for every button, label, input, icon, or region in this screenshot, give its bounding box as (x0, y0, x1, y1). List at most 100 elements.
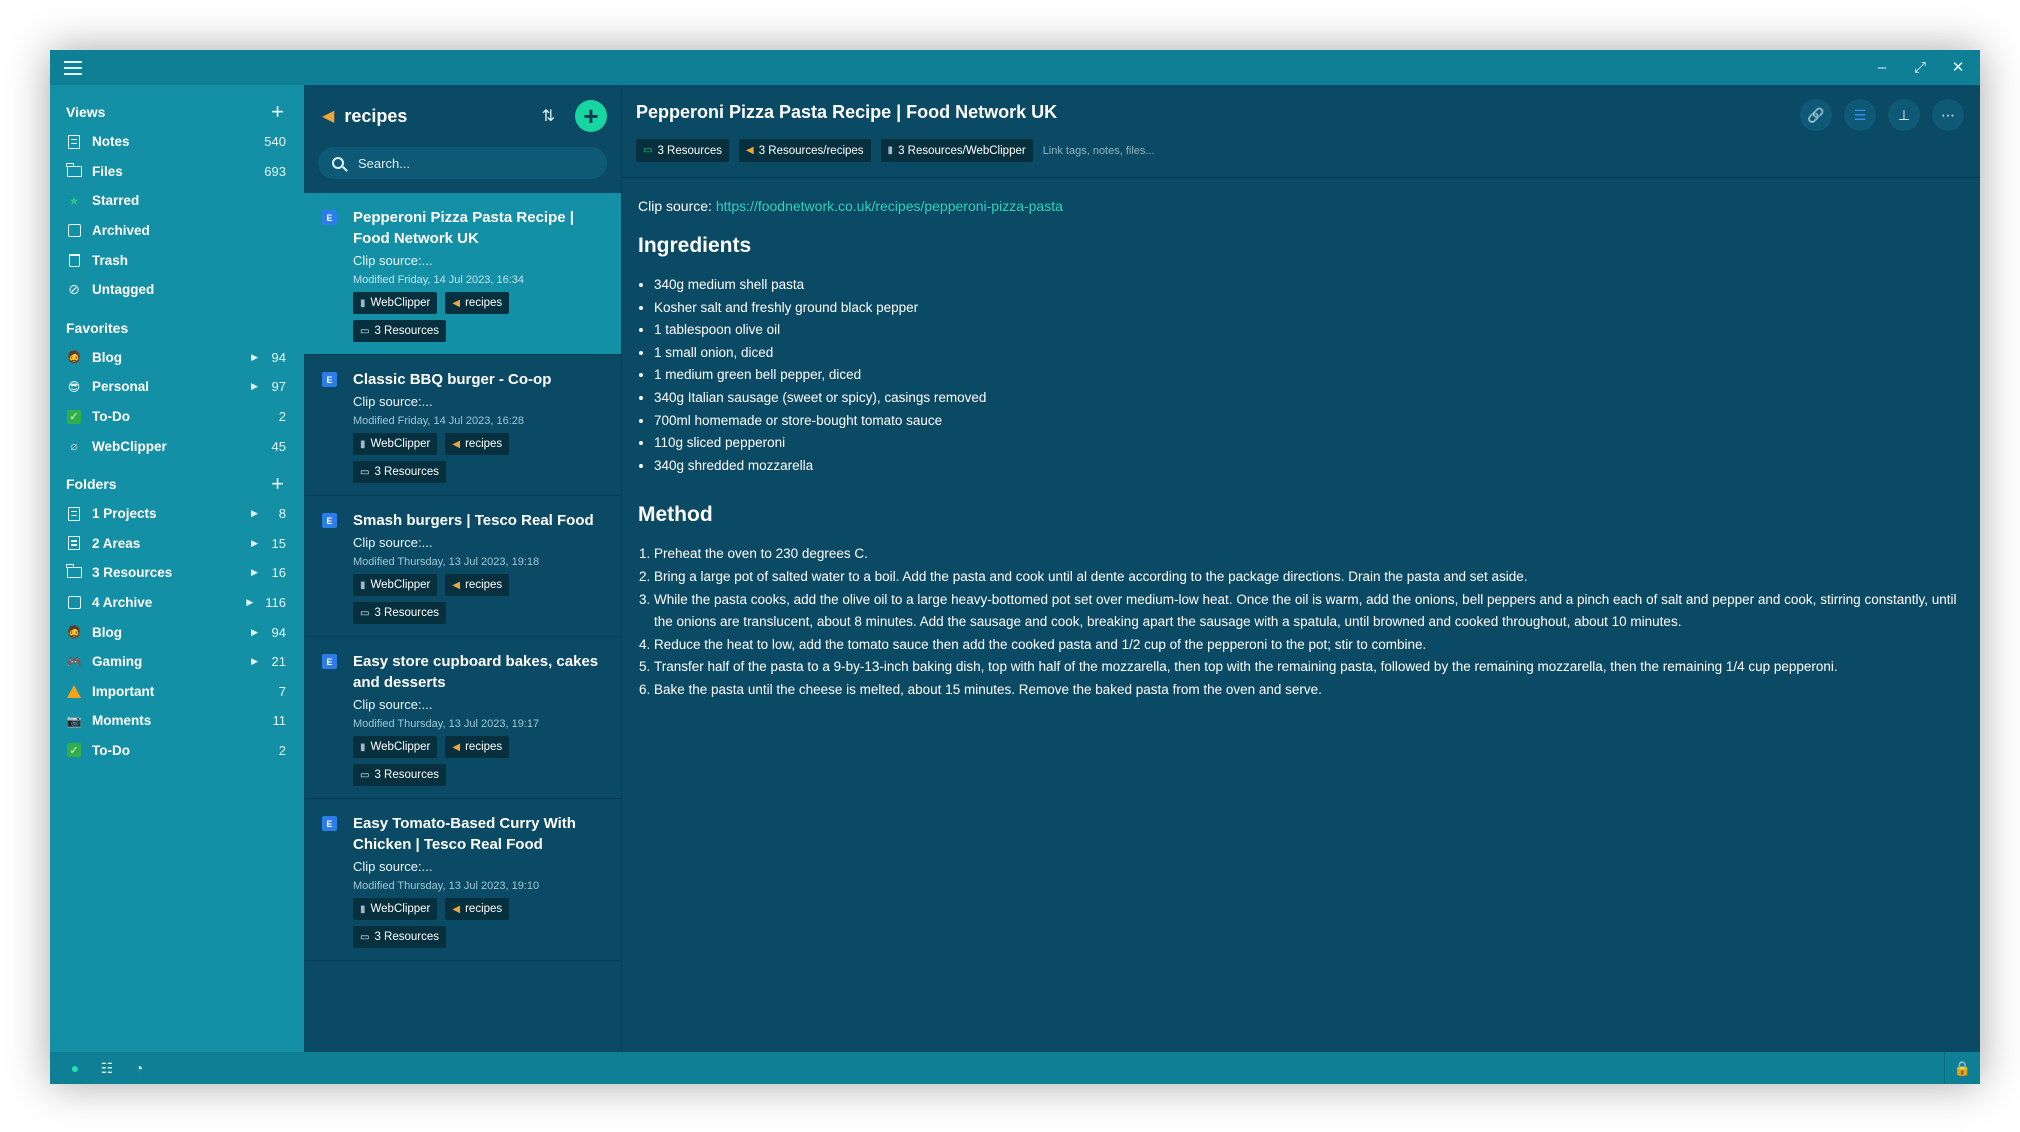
folder-chip[interactable]: ▭ 3 Resources (353, 320, 447, 342)
add-folder-icon[interactable]: + (271, 472, 284, 495)
folder-chip[interactable]: ▭ 3 Resources (353, 764, 447, 786)
minimize-icon[interactable]: – (1874, 60, 1890, 76)
sidebar-folder-todo[interactable]: ✓ To-Do 2 (50, 736, 304, 766)
sidebar-folder-areas[interactable]: 2 Areas ▶ 15 (50, 529, 304, 559)
tag-chip[interactable]: ▮ WebClipper (353, 433, 438, 455)
note-snippet: Clip source:... (353, 697, 433, 712)
outline-icon[interactable]: ☰ (1844, 99, 1876, 131)
folder-label: 3 Resources (374, 325, 440, 337)
sidebar-folder-gaming[interactable]: 🎮 Gaming ▶ 21 (50, 647, 304, 677)
document-icon (66, 535, 82, 551)
tag-chip[interactable]: ◀ recipes (445, 574, 510, 596)
add-view-icon[interactable]: + (271, 101, 284, 123)
note-title: Pepperoni Pizza Pasta Recipe | Food Netw… (353, 209, 574, 247)
document-icon (66, 134, 82, 150)
sidebar-folder-blog[interactable]: 🧔 Blog ▶ 94 (50, 617, 304, 647)
note-type-icon: E (322, 372, 337, 387)
note-list-header: ◀ recipes ⇅ + (304, 85, 621, 147)
paperclip-icon: ▮ (887, 145, 894, 156)
close-icon[interactable]: ✕ (1950, 60, 1966, 76)
tag-label: recipes (465, 741, 503, 753)
sidebar-item-starred[interactable]: ★ Starred (50, 186, 304, 216)
sidebar-item-label: Blog (92, 349, 122, 365)
note-card[interactable]: E Easy Tomato-Based Curry With Chicken |… (304, 799, 621, 961)
palette-icon[interactable]: ◔ (130, 1059, 148, 1077)
note-card[interactable]: E Smash burgers | Tesco Real Food Clip s… (304, 496, 621, 637)
sidebar-folder-archive[interactable]: 4 Archive ▶ 116 (50, 588, 304, 618)
sidebar-folder-projects[interactable]: 1 Projects ▶ 8 (50, 499, 304, 529)
tag-chip[interactable]: ▮ 3 Resources/WebClipper (880, 139, 1033, 162)
expand-arrow-icon[interactable]: ▶ (251, 656, 258, 667)
tag-chip[interactable]: ▮ WebClipper (353, 898, 438, 920)
folder-chip[interactable]: ▭ 3 Resources (636, 139, 730, 162)
lock-icon[interactable]: 🔒 (1944, 1052, 1980, 1084)
add-note-button[interactable]: + (575, 100, 607, 132)
settings-sliders-icon[interactable]: ☷ (98, 1059, 116, 1077)
list-item: While the pasta cooks, add the olive oil… (654, 589, 1964, 634)
note-card[interactable]: E Easy store cupboard bakes, cakes and d… (304, 637, 621, 799)
clip-source-link[interactable]: https://foodnetwork.co.uk/recipes/pepper… (716, 198, 1063, 214)
folder-icon (66, 564, 82, 581)
app-window: – ⤢ ✕ Views + Notes 540 Files 693 ★ Star… (50, 50, 1980, 1084)
link-icon[interactable]: 🔗 (1800, 99, 1832, 131)
note-card[interactable]: E Classic BBQ burger - Co-op Clip source… (304, 355, 621, 496)
tag-chip[interactable]: ◀ recipes (445, 433, 510, 455)
sidebar-item-archived[interactable]: Archived (50, 216, 304, 246)
expand-arrow-icon[interactable]: ▶ (251, 508, 258, 519)
sidebar-item-files[interactable]: Files 693 (50, 157, 304, 187)
sidebar-item-untagged[interactable]: ⊘ Untagged (50, 275, 304, 305)
tag-chip[interactable]: ▮ WebClipper (353, 574, 438, 596)
sidebar-item-label: Trash (92, 252, 129, 268)
sidebar-item-notes[interactable]: Notes 540 (50, 127, 304, 157)
sidebar-item-count: 2 (278, 742, 286, 758)
expand-arrow-icon[interactable]: ▶ (251, 567, 258, 578)
sidebar-item-count: 16 (271, 565, 286, 581)
user-account-icon[interactable]: ● (66, 1059, 84, 1077)
hamburger-menu-icon[interactable] (64, 60, 82, 75)
sidebar-item-todo[interactable]: ✓ To-Do 2 (50, 402, 304, 432)
link-tags-input[interactable]: Link tags, notes, files... (1043, 145, 1155, 157)
tag-chip[interactable]: ◀ recipes (445, 898, 510, 920)
sidebar-item-webclipper[interactable]: ⌀ WebClipper 45 (50, 431, 304, 461)
note-card[interactable]: E Pepperoni Pizza Pasta Recipe | Food Ne… (304, 193, 621, 355)
note-list: E Pepperoni Pizza Pasta Recipe | Food Ne… (304, 193, 621, 1052)
tag-icon: ◀ (452, 741, 461, 753)
expand-arrow-icon[interactable]: ▶ (251, 352, 258, 363)
note-title-input[interactable]: Pepperoni Pizza Pasta Recipe | Food Netw… (636, 97, 1964, 127)
expand-arrow-icon[interactable]: ▶ (251, 381, 258, 392)
tag-icon: ◀ (452, 903, 461, 915)
tag-chip[interactable]: ◀ recipes (445, 292, 510, 314)
maximize-icon[interactable]: ⤢ (1912, 60, 1928, 76)
sidebar-item-personal[interactable]: 😎 Personal ▶ 97 (50, 372, 304, 402)
sidebar-folder-important[interactable]: Important 7 (50, 677, 304, 707)
sidebar-item-label: Personal (92, 379, 150, 395)
sidebar-folder-resources[interactable]: 3 Resources ▶ 16 (50, 558, 304, 588)
untagged-icon: ⊘ (68, 281, 80, 298)
sidebar-item-blog[interactable]: 🧔 Blog ▶ 94 (50, 343, 304, 373)
folder-label: 3 Resources (374, 931, 440, 943)
method-list: Preheat the oven to 230 degrees C. Bring… (638, 543, 1964, 701)
tag-chip[interactable]: ▮ WebClipper (353, 736, 438, 758)
folder-chip[interactable]: ▭ 3 Resources (353, 926, 447, 948)
folder-chip[interactable]: ▭ 3 Resources (353, 461, 447, 483)
search-box[interactable] (318, 147, 607, 179)
sort-icon[interactable]: ⇅ (542, 106, 555, 126)
tag-chip[interactable]: ▮ WebClipper (353, 292, 438, 314)
note-title: Classic BBQ burger - Co-op (353, 371, 552, 388)
note-title: Easy store cupboard bakes, cakes and des… (353, 653, 599, 691)
views-section-header: Views + (50, 97, 304, 127)
tag-chip[interactable]: ◀ 3 Resources/recipes (739, 139, 871, 162)
folder-chip[interactable]: ▭ 3 Resources (353, 602, 447, 624)
sidebar-folder-moments[interactable]: 📷 Moments 11 (50, 706, 304, 736)
search-input[interactable] (358, 155, 593, 171)
list-item: Reduce the heat to low, add the tomato s… (654, 634, 1964, 657)
note-body[interactable]: Clip source: https://foodnetwork.co.uk/r… (622, 178, 1980, 1052)
sidebar-item-label: Moments (92, 713, 152, 729)
more-options-icon[interactable]: ⋯ (1932, 99, 1964, 131)
expand-arrow-icon[interactable]: ▶ (246, 597, 253, 608)
expand-arrow-icon[interactable]: ▶ (251, 538, 258, 549)
tag-chip[interactable]: ◀ recipes (445, 736, 510, 758)
sidebar-item-trash[interactable]: Trash (50, 245, 304, 275)
expand-arrow-icon[interactable]: ▶ (251, 627, 258, 638)
pin-icon[interactable]: ⊥ (1888, 99, 1920, 131)
